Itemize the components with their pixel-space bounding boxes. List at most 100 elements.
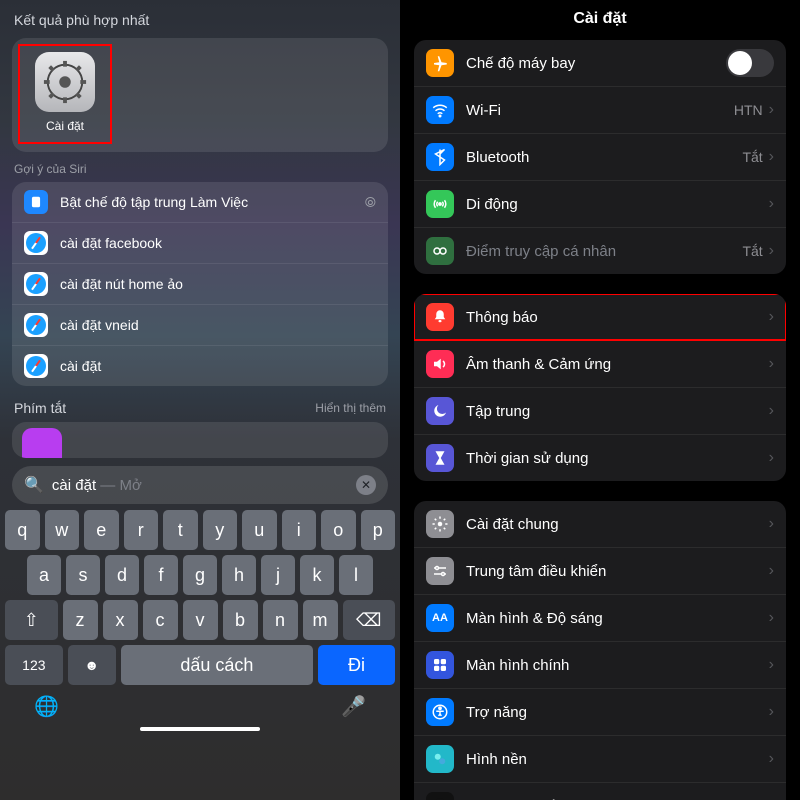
suggestion-item[interactable]: cài đặt facebook (12, 222, 388, 263)
key-i[interactable]: i (282, 510, 317, 550)
settings-row[interactable]: Màn hình chính› (414, 641, 786, 688)
key-w[interactable]: w (45, 510, 80, 550)
chevron-right-icon: › (769, 515, 774, 533)
settings-row[interactable]: Hình nền› (414, 735, 786, 782)
settings-value: HTN (734, 102, 763, 118)
key-p[interactable]: p (361, 510, 396, 550)
settings-value: Tắt (742, 149, 762, 165)
key-c[interactable]: c (143, 600, 178, 640)
mic-icon[interactable]: 🎤 (341, 694, 366, 719)
settings-row[interactable]: Điểm truy cập cá nhânTắt› (414, 227, 786, 274)
chevron-right-icon: › (769, 656, 774, 674)
settings-label: Màn hình & Độ sáng (466, 610, 769, 627)
key-x[interactable]: x (103, 600, 138, 640)
key-r[interactable]: r (124, 510, 159, 550)
key-g[interactable]: g (183, 555, 217, 595)
key-j[interactable]: j (261, 555, 295, 595)
siri-icon (426, 792, 454, 800)
key-shift[interactable]: ⇧ (5, 600, 58, 640)
suggestion-item[interactable]: Bật chế độ tập trung Làm Việc⦾ (12, 182, 388, 222)
search-clear-icon[interactable]: ✕ (356, 475, 376, 495)
shortcuts-header: Phím tắt (14, 400, 66, 416)
suggestion-label: cài đặt facebook (60, 235, 162, 251)
bell-icon (426, 303, 454, 331)
key-k[interactable]: k (300, 555, 334, 595)
settings-row[interactable]: Thông báo› (414, 294, 786, 340)
key-n[interactable]: n (263, 600, 298, 640)
settings-label: Màn hình chính (466, 657, 769, 674)
shortcut-card[interactable] (12, 422, 388, 458)
wallpaper-icon (426, 745, 454, 773)
key-go[interactable]: Đi (318, 645, 395, 685)
wifi-icon (426, 96, 454, 124)
gear-icon (426, 510, 454, 538)
suggestion-label: cài đặt vneid (60, 317, 139, 333)
key-m[interactable]: m (303, 600, 338, 640)
suggestion-item[interactable]: cài đặt vneid (12, 304, 388, 345)
safari-icon (24, 313, 48, 337)
settings-label: Di động (466, 196, 769, 213)
chevron-right-icon: › (769, 402, 774, 420)
globe-icon[interactable]: 🌐 (34, 694, 59, 719)
key-q[interactable]: q (5, 510, 40, 550)
settings-row[interactable]: Di động› (414, 180, 786, 227)
search-icon: 🔍 (24, 475, 44, 495)
settings-group-1: Chế độ máy bayWi-FiHTN›BluetoothTắt›Di đ… (414, 40, 786, 274)
key-emoji[interactable]: ☻ (68, 645, 116, 685)
chevron-right-icon: › (769, 101, 774, 119)
control-icon (426, 557, 454, 585)
chevron-right-icon: › (769, 308, 774, 326)
key-backspace[interactable]: ⌫ (343, 600, 396, 640)
airplane-icon (426, 49, 454, 77)
key-l[interactable]: l (339, 555, 373, 595)
key-h[interactable]: h (222, 555, 256, 595)
key-u[interactable]: u (242, 510, 277, 550)
key-d[interactable]: d (105, 555, 139, 595)
shortcuts-more-link[interactable]: Hiển thị thêm (315, 401, 386, 415)
settings-label: Thông báo (466, 309, 769, 326)
suggestion-item[interactable]: cài đặt (12, 345, 388, 386)
key-o[interactable]: o (321, 510, 356, 550)
settings-row[interactable]: Thời gian sử dụng› (414, 434, 786, 481)
search-input[interactable]: cài đặt — Mở (52, 477, 346, 494)
suggestion-label: Bật chế độ tập trung Làm Việc (60, 194, 248, 210)
key-b[interactable]: b (223, 600, 258, 640)
settings-row[interactable]: Tập trung› (414, 387, 786, 434)
key-e[interactable]: e (84, 510, 119, 550)
settings-group-3: Cài đặt chung›Trung tâm điều khiển›AAMàn… (414, 501, 786, 800)
settings-row[interactable]: Trợ năng› (414, 688, 786, 735)
settings-row[interactable]: Siri & Tìm kiếm› (414, 782, 786, 800)
key-t[interactable]: t (163, 510, 198, 550)
suggestion-label: cài đặt nút home ảo (60, 276, 183, 292)
settings-row[interactable]: Âm thanh & Cảm ứng› (414, 340, 786, 387)
suggestion-item[interactable]: cài đặt nút home ảo (12, 263, 388, 304)
sound-icon (426, 350, 454, 378)
settings-label: Điểm truy cập cá nhân (466, 243, 742, 260)
home-icon (426, 651, 454, 679)
cell-icon (426, 190, 454, 218)
toggle-switch[interactable] (726, 49, 774, 77)
key-f[interactable]: f (144, 555, 178, 595)
key-y[interactable]: y (203, 510, 238, 550)
settings-row[interactable]: Chế độ máy bay (414, 40, 786, 86)
key-z[interactable]: z (63, 600, 98, 640)
home-indicator[interactable] (140, 727, 260, 731)
settings-label: Cài đặt chung (466, 516, 769, 533)
settings-label: Trung tâm điều khiển (466, 563, 769, 580)
search-bar[interactable]: 🔍 cài đặt — Mở ✕ (12, 466, 388, 504)
key-space[interactable]: dấu cách (121, 645, 313, 685)
chevron-right-icon: › (769, 562, 774, 580)
key-123[interactable]: 123 (5, 645, 63, 685)
settings-row[interactable]: BluetoothTắt› (414, 133, 786, 180)
key-s[interactable]: s (66, 555, 100, 595)
key-a[interactable]: a (27, 555, 61, 595)
best-match-header: Kết quả phù hợp nhất (0, 0, 400, 34)
settings-row[interactable]: AAMàn hình & Độ sáng› (414, 594, 786, 641)
best-match-app[interactable]: Cài đặt (18, 44, 112, 144)
key-v[interactable]: v (183, 600, 218, 640)
settings-row[interactable]: Trung tâm điều khiển› (414, 547, 786, 594)
chevron-right-icon: › (769, 703, 774, 721)
chevron-right-icon: › (769, 242, 774, 260)
settings-row[interactable]: Wi-FiHTN› (414, 86, 786, 133)
settings-row[interactable]: Cài đặt chung› (414, 501, 786, 547)
